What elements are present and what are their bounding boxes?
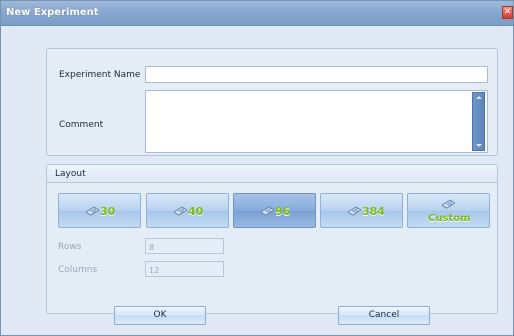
layout-40-button[interactable]: 40 — [146, 193, 229, 228]
columns-value: 12 — [149, 266, 160, 275]
details-panel: Experiment Name Comment — [46, 48, 498, 156]
layout-384-label: 384 — [362, 205, 385, 218]
layout-384-button[interactable]: 384 — [320, 193, 403, 228]
well-plate-icon — [86, 206, 99, 216]
columns-input: 12 — [145, 261, 224, 277]
layout-custom-label: Custom — [428, 213, 471, 224]
experiment-name-input[interactable] — [145, 66, 488, 83]
layout-header: Layout — [47, 165, 497, 183]
dialog-body: Experiment Name Comment Layout 30 40 96 … — [9, 34, 507, 329]
title-bar[interactable]: New Experiment ✕ — [1, 1, 513, 26]
close-button[interactable]: ✕ — [502, 6, 513, 19]
well-plate-icon — [174, 206, 187, 216]
layout-96-label: 96 — [275, 205, 291, 218]
layout-96-button[interactable]: 96 — [233, 193, 316, 228]
scroll-up-icon[interactable] — [476, 96, 482, 99]
experiment-name-label: Experiment Name — [59, 70, 141, 80]
rows-input: 8 — [145, 238, 224, 254]
layout-panel: Layout 30 40 96 384 Custom Rows 8 Column… — [46, 164, 498, 314]
cancel-button[interactable]: Cancel — [338, 306, 430, 325]
scroll-down-icon[interactable] — [476, 144, 482, 147]
close-icon: ✕ — [503, 7, 512, 17]
well-plate-icon — [442, 199, 455, 209]
ok-button[interactable]: OK — [114, 306, 206, 325]
dialog-title: New Experiment — [6, 7, 99, 18]
layout-30-button[interactable]: 30 — [58, 193, 141, 228]
layout-custom-button[interactable]: Custom — [407, 193, 490, 228]
columns-label: Columns — [58, 265, 98, 275]
comment-scrollbar[interactable] — [472, 92, 485, 151]
new-experiment-dialog: New Experiment ✕ Experiment Name Comment — [0, 0, 514, 336]
rows-label: Rows — [58, 242, 82, 252]
layout-title: Layout — [55, 169, 86, 179]
comment-label: Comment — [59, 120, 104, 130]
well-plate-icon — [348, 206, 361, 216]
layout-30-label: 30 — [100, 205, 116, 218]
comment-textarea[interactable] — [145, 90, 488, 153]
layout-40-label: 40 — [188, 205, 204, 218]
well-plate-icon — [261, 206, 274, 216]
rows-value: 8 — [149, 243, 155, 252]
